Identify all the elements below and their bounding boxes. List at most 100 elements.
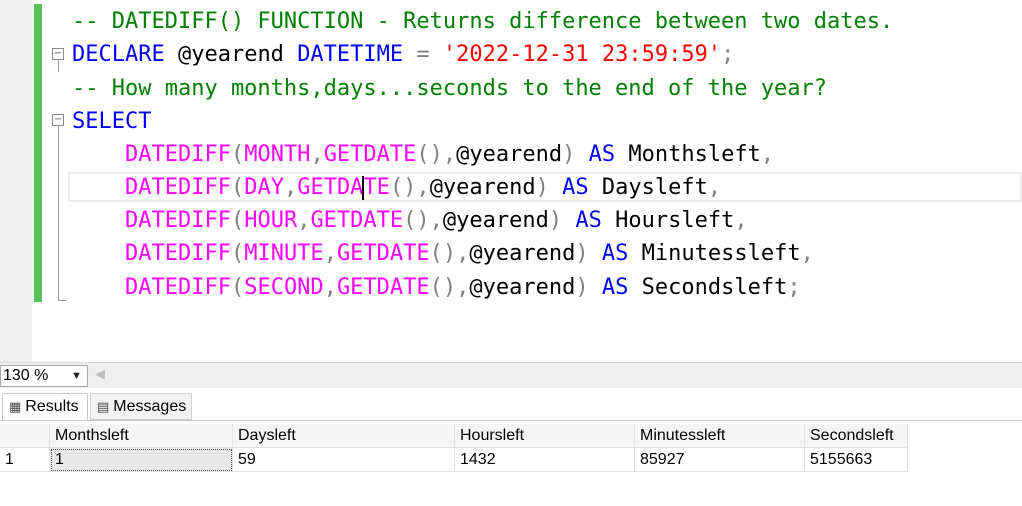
code-token: Monthsleft (628, 142, 761, 167)
code-token: GETDATE (323, 142, 417, 167)
code-token: , (800, 241, 814, 266)
column-header[interactable]: Daysleft (233, 424, 455, 448)
code-token: , (310, 142, 324, 167)
changed-lines-marker (34, 4, 42, 302)
code-token: ) (575, 241, 602, 266)
code-token: DATETIME (297, 42, 417, 67)
fold-guide (58, 60, 59, 72)
code-token: DECLARE (72, 42, 178, 67)
code-token: @yearend (177, 42, 298, 67)
column-header[interactable]: Monthsleft (50, 424, 233, 448)
code-token: ) (535, 175, 563, 200)
code-token: MINUTE (244, 241, 324, 266)
tab-messages-label: Messages (113, 398, 187, 415)
code-token: Hoursleft (615, 208, 735, 233)
scroll-left-icon[interactable]: ◀ (95, 367, 105, 382)
code-token: , (707, 175, 722, 200)
code-token: ( (230, 275, 245, 300)
code-token: , (297, 208, 311, 233)
code-token: GETDATE (336, 241, 430, 266)
column-header[interactable]: Secondsleft (805, 424, 908, 448)
code-token: @yearend (429, 175, 536, 200)
code-line: -- How many months,days...seconds to the… (72, 72, 827, 105)
tab-results-label: Results (25, 398, 79, 415)
code-token: , (323, 275, 337, 300)
code-token: ( (230, 241, 245, 266)
tab-messages[interactable]: ▤ Messages (90, 393, 192, 420)
code-token: (), (403, 208, 443, 233)
query-editor[interactable]: − − -- DATEDIFF() FUNCTION - Returns dif… (0, 0, 1022, 362)
code-token: DATEDIFF (124, 175, 231, 200)
grid-cell-selected[interactable]: 1 (50, 448, 233, 472)
column-header[interactable]: Hoursleft (455, 424, 635, 448)
code-token: (), (429, 241, 470, 266)
collapse-select-icon[interactable]: − (52, 114, 64, 126)
code-token: HOUR (244, 208, 298, 233)
code-token: DAY (244, 175, 284, 200)
code-token: AS (601, 241, 642, 266)
code-token: , (283, 175, 298, 200)
code-token: AS (601, 275, 642, 300)
code-token: ) (562, 142, 589, 167)
fold-guide (58, 126, 59, 301)
tab-results[interactable]: ▦ Results (2, 393, 88, 420)
code-token: ( (230, 175, 245, 200)
messages-icon: ▤ (97, 400, 110, 415)
code-token: (), (416, 142, 457, 167)
collapse-declare-icon[interactable]: − (52, 48, 64, 60)
fold-guide-end (58, 300, 66, 301)
grid-cell[interactable]: 5155663 (805, 448, 908, 472)
editor-status-bar: 130 % ▼ ◀ (0, 362, 1022, 388)
grid-cell[interactable]: 85927 (635, 448, 805, 472)
results-tabs: ▦ Results ▤ Messages (0, 390, 1022, 420)
code-token: @yearend (456, 142, 563, 167)
grid-icon: ▦ (9, 400, 22, 415)
code-line: DATEDIFF(MINUTE,GETDATE(),@yearend) AS M… (72, 237, 814, 270)
code-token: GETDATE (310, 208, 404, 233)
grid-cell[interactable]: 59 (233, 448, 455, 472)
code-token: @yearend (469, 241, 576, 266)
code-token: Secondsleft (641, 275, 788, 300)
code-token: '2022-12-31 23:59:59' (442, 42, 722, 67)
results-grid[interactable]: Monthsleft Daysleft Hoursleft Minutessle… (0, 420, 1022, 506)
code-token: (), (389, 175, 430, 200)
code-token: AS (562, 175, 602, 200)
code-token: ( (230, 142, 245, 167)
chevron-down-icon[interactable]: ▼ (71, 366, 82, 386)
code-token: (), (429, 275, 470, 300)
code-token: SELECT (72, 109, 152, 134)
code-line: -- DATEDIFF() FUNCTION - Returns differe… (72, 5, 893, 38)
code-token: ( (230, 208, 245, 233)
code-token: TE (363, 175, 390, 200)
code-line: DATEDIFF(SECOND,GETDATE(),@yearend) AS S… (72, 271, 801, 304)
code-token: DATEDIFF (124, 241, 231, 266)
code-line: DECLARE @yearend DATETIME = '2022-12-31 … (72, 38, 734, 71)
code-token: SECOND (244, 275, 324, 300)
code-token: , (734, 208, 748, 233)
row-number[interactable]: 1 (0, 448, 50, 472)
editor-gutter (0, 0, 32, 362)
code-token: = (416, 42, 443, 67)
column-header[interactable]: Minutessleft (635, 424, 805, 448)
zoom-dropdown[interactable]: 130 % ▼ (0, 365, 88, 387)
grid-corner[interactable] (0, 424, 50, 448)
code-token: GETDATE (336, 275, 430, 300)
code-token: -- How many months,days...seconds to the… (72, 76, 827, 101)
code-token: MONTH (244, 142, 311, 167)
code-token: AS (575, 208, 616, 233)
code-token: -- DATEDIFF() FUNCTION - Returns differe… (72, 9, 894, 34)
grid-cell[interactable]: 1432 (455, 448, 635, 472)
code-line: DATEDIFF(DAY,GETDATE(),@yearend) AS Days… (72, 171, 721, 204)
code-line: DATEDIFF(MONTH,GETDATE(),@yearend) AS Mo… (72, 138, 774, 171)
code-token: ) (548, 208, 576, 233)
code-token: GETDA (297, 175, 364, 200)
code-token: , (323, 241, 337, 266)
code-token: @yearend (469, 275, 576, 300)
code-token: DATEDIFF (124, 275, 231, 300)
code-token: ; (787, 275, 801, 300)
